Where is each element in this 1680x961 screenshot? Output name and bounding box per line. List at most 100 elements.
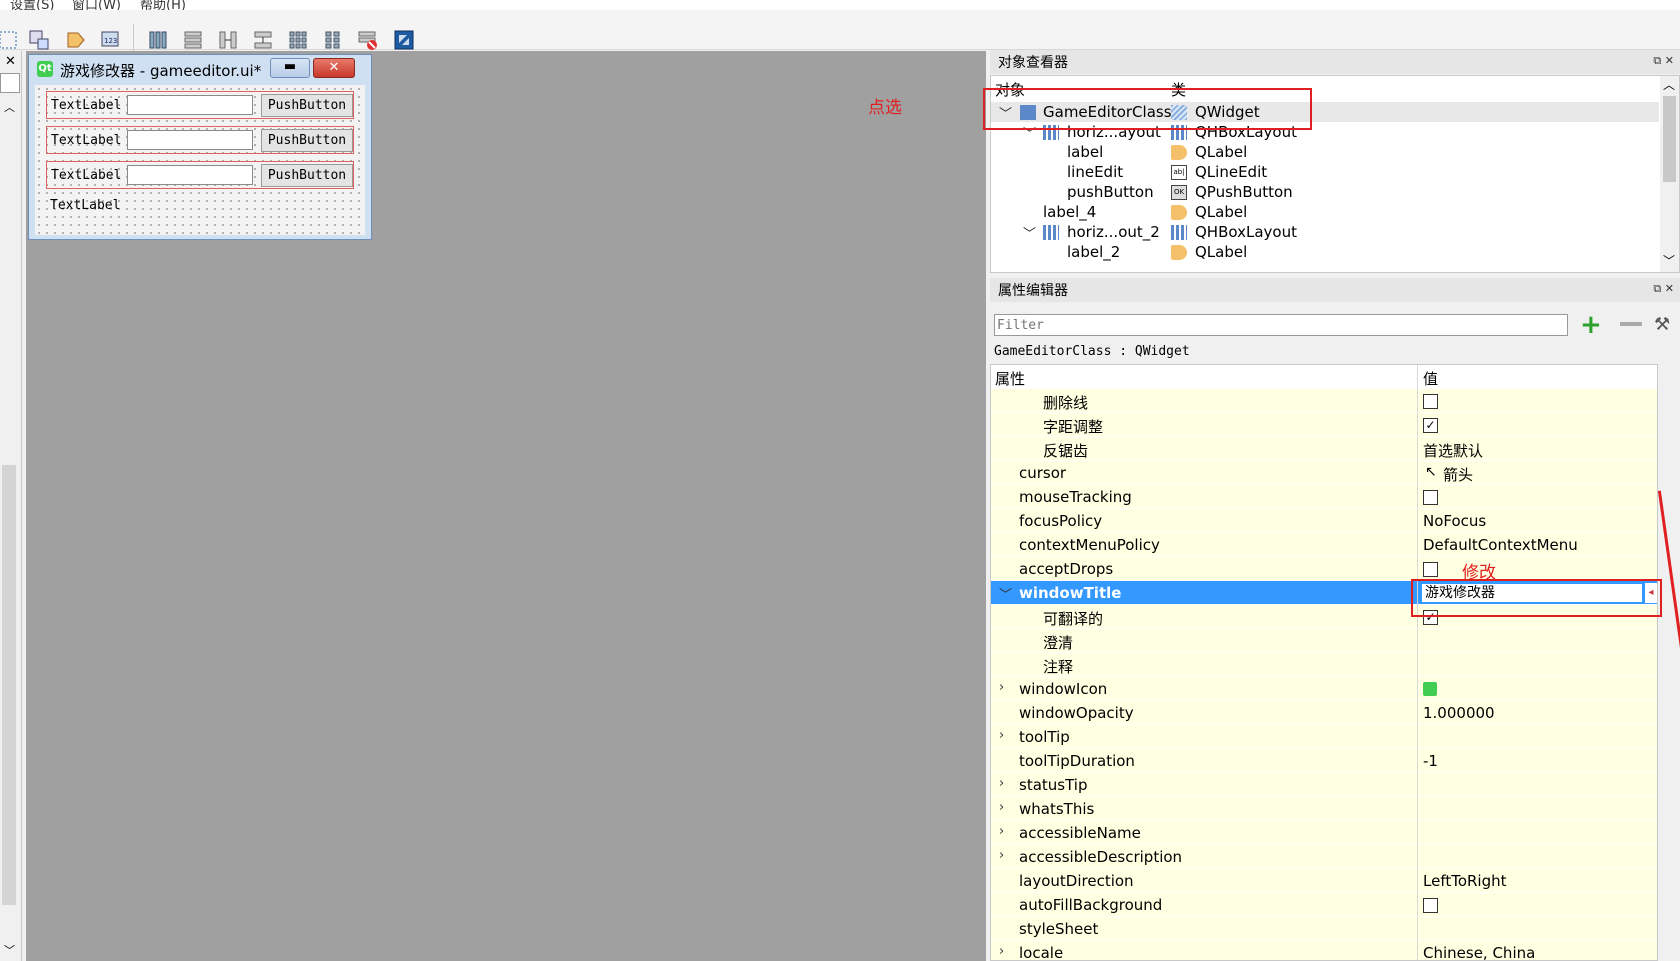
add-property-icon[interactable]: + <box>1580 310 1602 340</box>
property-row[interactable]: focusPolicy NoFocus <box>991 509 1657 533</box>
close-button[interactable]: ✕ <box>313 58 355 78</box>
property-row[interactable]: › locale Chinese, China <box>991 941 1657 960</box>
property-row[interactable]: 反锯齿 首选默认 <box>991 437 1657 461</box>
collapse-icon[interactable]: ﹀ <box>1023 223 1036 242</box>
tree-row-label[interactable]: label QLabel <box>991 142 1659 162</box>
close-icon[interactable]: ✕ <box>5 54 16 69</box>
scroll-up-icon[interactable]: ︿ <box>4 99 15 115</box>
property-value[interactable]: LeftToRight <box>1423 872 1507 890</box>
tree-row-label-4[interactable]: label_4 QLabel <box>991 202 1659 222</box>
property-row[interactable]: › windowIcon <box>991 677 1657 701</box>
adjust-size-icon[interactable] <box>392 28 416 52</box>
property-row[interactable]: › accessibleDescription <box>991 845 1657 869</box>
object-tree-scrollbar[interactable]: ︿ ﹀ <box>1660 76 1679 272</box>
layout-horizontal-icon[interactable] <box>146 28 170 52</box>
tree-row-pushbutton[interactable]: pushButton OK QPushButton <box>991 182 1659 202</box>
tree-row-label-2[interactable]: label_2 QLabel <box>991 242 1659 262</box>
expand-icon[interactable]: › <box>999 944 1004 959</box>
remove-property-icon[interactable] <box>1620 322 1642 326</box>
property-row[interactable]: layoutDirection LeftToRight <box>991 869 1657 893</box>
filter-input[interactable] <box>994 314 1568 336</box>
property-checkbox[interactable] <box>1423 490 1438 505</box>
qlabel-icon <box>1171 245 1187 260</box>
expand-icon[interactable]: › <box>999 800 1004 815</box>
edit-widgets-icon[interactable] <box>0 28 20 52</box>
property-row[interactable]: 字距调整 ✓ <box>991 413 1657 437</box>
property-row[interactable]: › accessibleName <box>991 821 1657 845</box>
property-name: layoutDirection <box>1019 872 1134 890</box>
line-edit[interactable] <box>127 130 253 150</box>
property-row[interactable]: 注释 <box>991 653 1657 677</box>
push-button[interactable]: PushButton <box>261 129 353 152</box>
property-row[interactable]: › toolTip <box>991 725 1657 749</box>
text-label-4[interactable]: TextLabel <box>50 198 120 213</box>
edit-signals-icon[interactable] <box>27 28 51 52</box>
line-edit[interactable] <box>127 95 253 115</box>
collapse-icon[interactable]: ﹀ <box>999 584 1012 603</box>
property-row[interactable]: › statusTip <box>991 773 1657 797</box>
property-name: windowOpacity <box>1019 704 1134 722</box>
expand-icon[interactable]: › <box>999 680 1004 695</box>
property-row[interactable]: 删除线 <box>991 389 1657 413</box>
horizontal-layout-1[interactable]: TextLabel PushButton <box>46 91 354 119</box>
select-highlight-box <box>983 88 1312 130</box>
property-value[interactable]: NoFocus <box>1423 512 1486 530</box>
expand-icon[interactable]: › <box>999 728 1004 743</box>
expand-icon[interactable]: › <box>999 848 1004 863</box>
scrollbar-thumb[interactable] <box>1663 96 1676 182</box>
horizontal-layout-2[interactable]: TextLabel PushButton <box>46 126 354 154</box>
property-value[interactable]: Chinese, China <box>1423 944 1535 960</box>
text-label[interactable]: TextLabel <box>51 168 121 183</box>
dock-float-close-icon[interactable]: ⧉ ✕ <box>1653 54 1674 68</box>
line-edit[interactable] <box>127 165 253 185</box>
property-row[interactable]: › whatsThis <box>991 797 1657 821</box>
widget-filter-input[interactable] <box>0 73 20 93</box>
left-scrollbar-thumb[interactable] <box>2 465 16 905</box>
property-value[interactable]: DefaultContextMenu <box>1423 536 1578 554</box>
menu-window[interactable]: 窗口(W) <box>72 0 121 10</box>
push-button[interactable]: PushButton <box>261 94 353 117</box>
horizontal-layout-3[interactable]: TextLabel PushButton <box>46 161 354 189</box>
property-row[interactable]: autoFillBackground <box>991 893 1657 917</box>
layout-v-splitter-icon[interactable] <box>251 28 275 52</box>
configure-wrench-icon[interactable]: ⚒ <box>1654 314 1670 335</box>
edit-tab-order-icon[interactable]: 123 <box>99 28 123 52</box>
property-row[interactable]: mouseTracking <box>991 485 1657 509</box>
property-value[interactable]: 首选默认 <box>1423 440 1483 461</box>
property-row[interactable]: styleSheet <box>991 917 1657 941</box>
expand-icon[interactable]: › <box>999 824 1004 839</box>
layout-form-icon[interactable] <box>321 28 345 52</box>
text-label[interactable]: TextLabel <box>51 133 121 148</box>
property-checkbox[interactable] <box>1423 394 1438 409</box>
menu-help[interactable]: 帮助(H) <box>140 0 186 10</box>
property-value[interactable]: -1 <box>1423 752 1438 770</box>
dock-float-close-icon[interactable]: ⧉ ✕ <box>1653 282 1674 296</box>
form-window[interactable]: Qt 游戏修改器 - gameeditor.ui* ▬ ✕ TextLabel … <box>28 54 372 240</box>
layout-h-splitter-icon[interactable] <box>216 28 240 52</box>
form-title-bar[interactable]: Qt 游戏修改器 - gameeditor.ui* ▬ ✕ <box>29 55 371 83</box>
expand-icon[interactable]: › <box>999 776 1004 791</box>
property-value[interactable]: 箭头 <box>1443 464 1473 485</box>
property-row[interactable]: windowOpacity 1.000000 <box>991 701 1657 725</box>
property-row[interactable]: toolTipDuration -1 <box>991 749 1657 773</box>
property-row[interactable]: 澄清 <box>991 629 1657 653</box>
property-checkbox[interactable]: ✓ <box>1423 418 1438 433</box>
property-row[interactable]: cursor ↖ 箭头 <box>991 461 1657 485</box>
menu-settings[interactable]: 设置(S) <box>10 0 54 10</box>
property-checkbox[interactable] <box>1423 898 1438 913</box>
text-label[interactable]: TextLabel <box>51 98 121 113</box>
break-layout-icon[interactable] <box>356 28 380 52</box>
layout-vertical-icon[interactable] <box>181 28 205 52</box>
property-name: 可翻译的 <box>1043 610 1104 628</box>
property-checkbox[interactable] <box>1423 562 1438 577</box>
minimize-button[interactable]: ▬ <box>270 58 310 78</box>
edit-buddies-icon[interactable] <box>64 28 88 52</box>
tree-row-horizontal-layout-2[interactable]: ﹀ horiz...out_2 QHBoxLayout <box>991 222 1659 242</box>
tree-row-lineedit[interactable]: lineEdit ab| QLineEdit <box>991 162 1659 182</box>
scroll-down-icon[interactable]: ﹀ <box>4 942 15 958</box>
push-button[interactable]: PushButton <box>261 164 353 187</box>
property-row[interactable]: acceptDrops <box>991 557 1657 581</box>
layout-grid-icon[interactable] <box>286 28 310 52</box>
property-row[interactable]: contextMenuPolicy DefaultContextMenu <box>991 533 1657 557</box>
property-value[interactable]: 1.000000 <box>1423 704 1495 722</box>
